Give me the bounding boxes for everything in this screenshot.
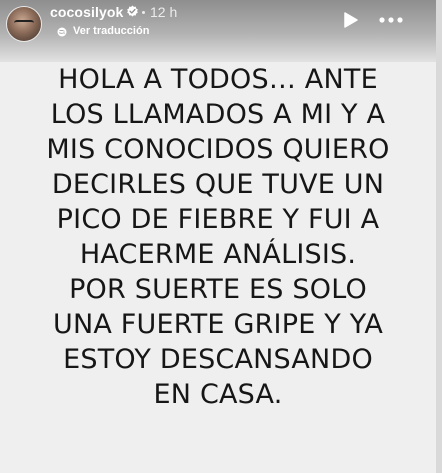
message-line: DECIRLES QUE TUVE UN [51,169,385,200]
message-line: UNA FUERTE GRIPE Y YA [52,309,383,340]
message-line: EN CASA. [153,379,283,410]
message-line: LOS LLAMADOS A MI Y A [50,99,386,130]
avatar[interactable] [6,6,42,42]
adjacent-story-edge [436,0,442,473]
more-horizontal-icon[interactable] [376,10,406,30]
message-line: ESTOY DESCANSANDO [63,344,373,375]
message-line: POR SUERTE ES SOLO [69,274,367,305]
post-time: 12 h [150,4,178,20]
message-line: HOLA A TODOS… ANTE [58,64,378,95]
username[interactable]: cocosilyok [50,4,123,20]
verified-badge-icon [127,5,138,17]
separator-dot [142,11,145,14]
story-header: cocosilyok 12 h Ver traducción [0,0,436,62]
globe-icon [57,27,67,37]
message-line: HACERME ANÁLISIS. [79,239,357,270]
story-message: HOLA A TODOS… ANTE LOS LLAMADOS A MI Y A… [0,62,436,412]
avatar-glasses [14,20,34,28]
play-icon[interactable] [340,10,360,30]
message-line: PICO DE FIEBRE Y FUI A [56,204,380,235]
message-line: MIS CONOCIDOS QUIERO [46,134,390,165]
story-viewer: cocosilyok 12 h Ver traducción HOLA A TO… [0,0,436,473]
translate-label[interactable]: Ver traducción [73,25,149,37]
